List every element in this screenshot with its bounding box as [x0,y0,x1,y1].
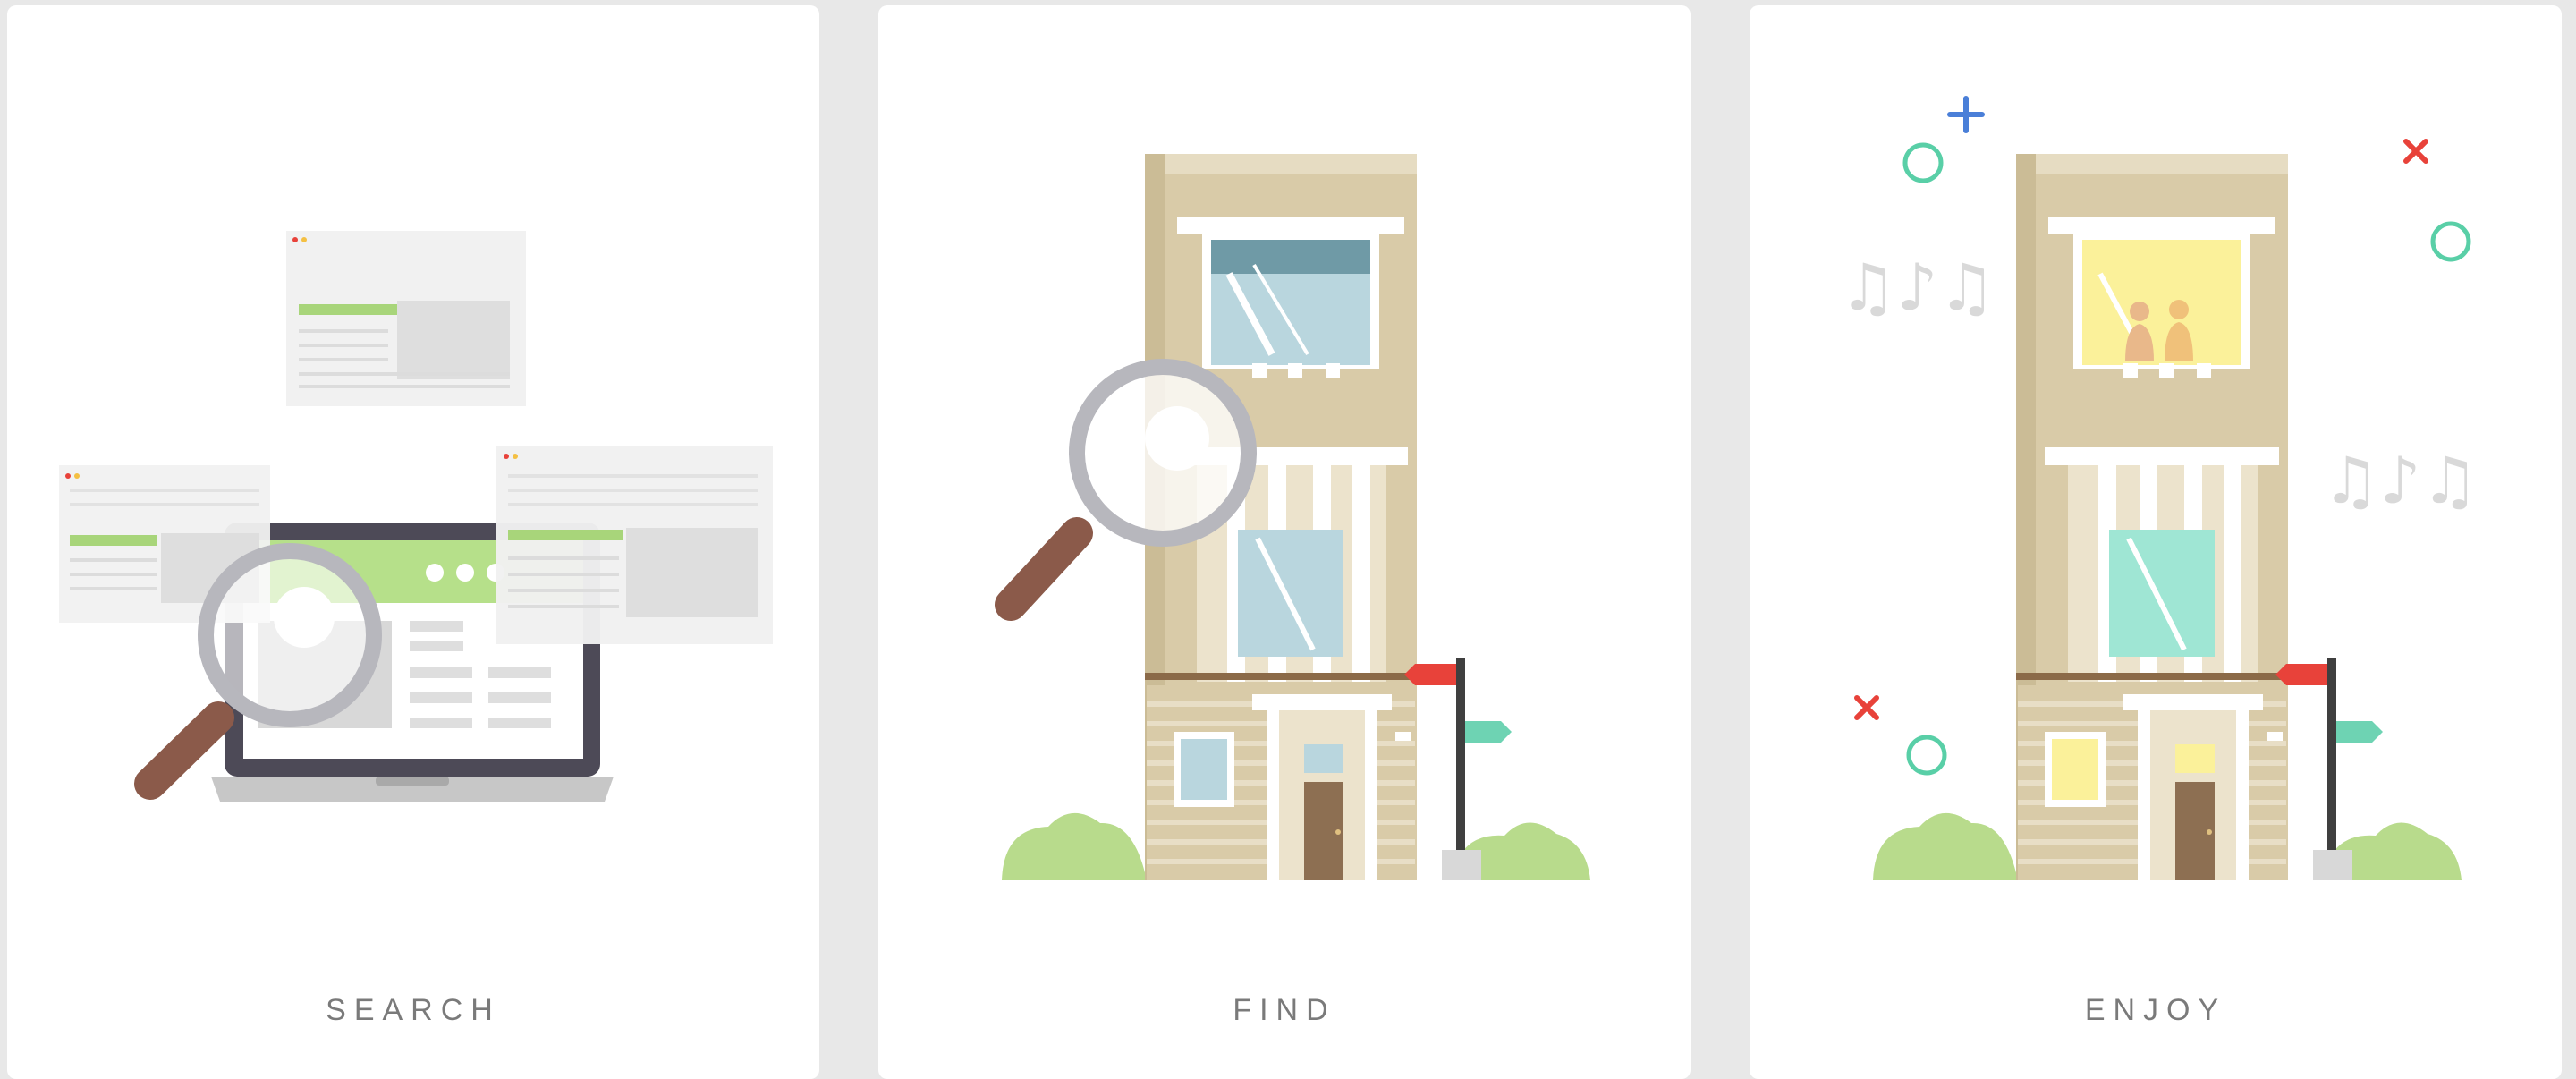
step-card-find: FIND [878,5,1690,1079]
step-label-search: SEARCH [326,993,501,1027]
plus-icon [1947,96,1985,133]
browser-window-icon [286,231,526,406]
find-illustration [995,154,1590,880]
step-label-enjoy: ENJOY [2084,993,2227,1027]
circle-icon [1906,735,1947,776]
step-card-search: SEARCH [7,5,819,1079]
music-note-icon: ♫♪♫ [2322,443,2479,518]
cross-icon [2403,139,2428,164]
building-icon [2016,154,2288,880]
circle-icon [1902,142,1944,183]
music-note-icon: ♫♪♫ [1839,250,1996,325]
browser-window-icon [496,446,773,644]
search-illustration [59,231,773,802]
step-card-enjoy: ♫♪♫ ♫♪♫ ENJOY [1750,5,2562,1079]
step-label-find: FIND [1233,993,1336,1027]
enjoy-illustration: ♫♪♫ ♫♪♫ [1839,96,2479,880]
circle-icon [2430,221,2471,262]
cross-icon [1854,695,1879,720]
